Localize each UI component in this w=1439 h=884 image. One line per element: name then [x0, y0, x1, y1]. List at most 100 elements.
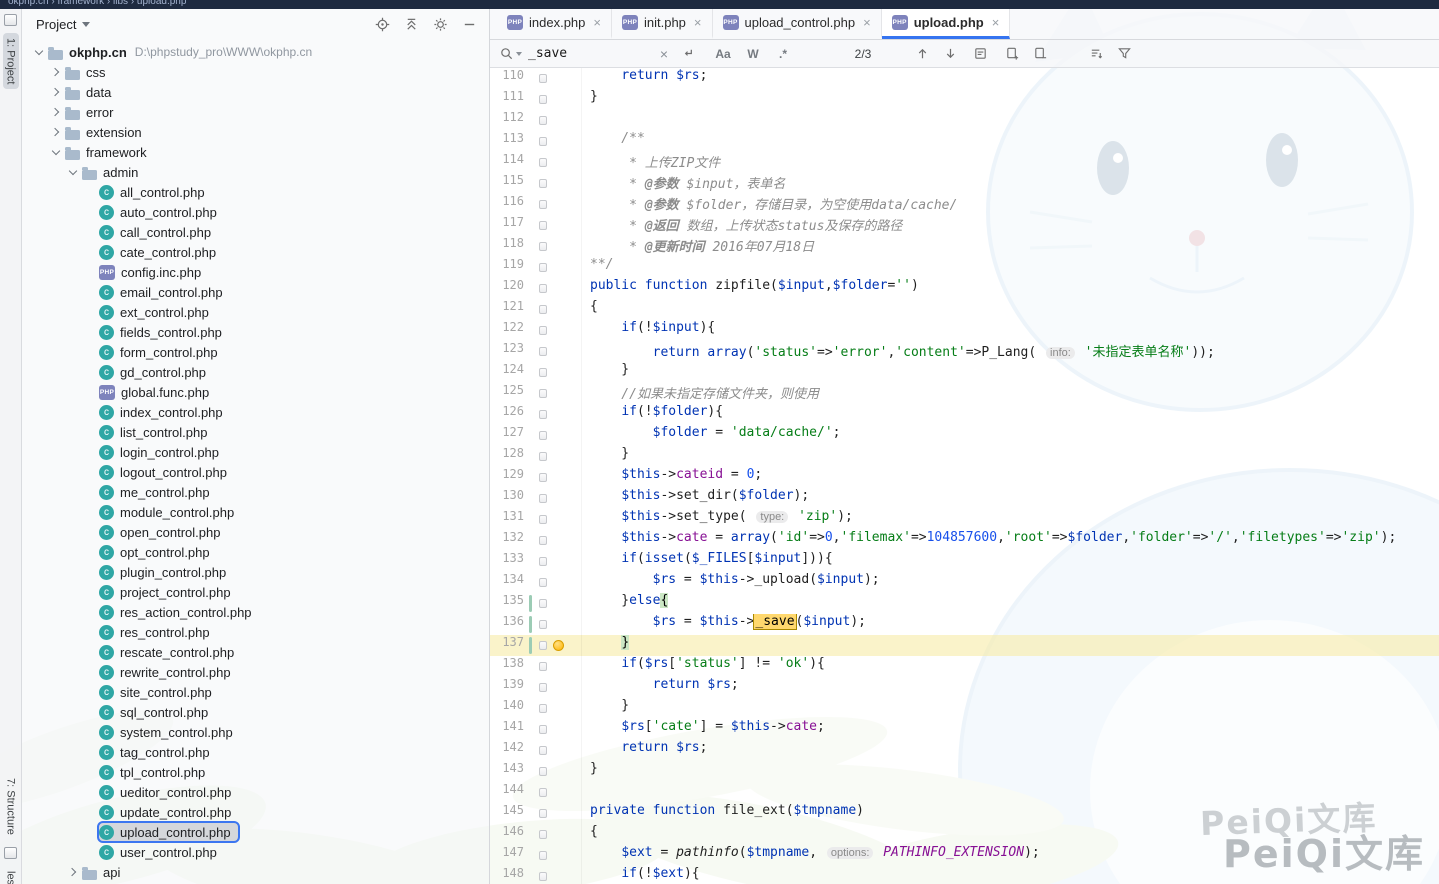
tree-item-system_control-php[interactable]: csystem_control.php	[22, 722, 489, 742]
fold-marker-icon[interactable]	[539, 452, 547, 461]
code-line[interactable]: 118 * @更新时间 2016年07月18日	[490, 236, 1439, 257]
code-line[interactable]: 123 return array('status'=>'error','cont…	[490, 341, 1439, 362]
tree-item-sql_control-php[interactable]: csql_control.php	[22, 702, 489, 722]
close-tab-icon[interactable]: ×	[992, 15, 1000, 30]
chevron-right-icon[interactable]	[64, 869, 81, 875]
fold-marker-icon[interactable]	[539, 221, 547, 230]
regex-toggle[interactable]: .*	[772, 47, 794, 61]
code-line[interactable]: 139 return $rs;	[490, 677, 1439, 698]
tree-item-update_control-php[interactable]: cupdate_control.php	[22, 802, 489, 822]
code-line[interactable]: 143}	[490, 761, 1439, 782]
tree-item-ext_control-php[interactable]: cext_control.php	[22, 302, 489, 322]
tree-item-plugin_control-php[interactable]: cplugin_control.php	[22, 562, 489, 582]
tree-item-tag_control-php[interactable]: ctag_control.php	[22, 742, 489, 762]
code-line[interactable]: 148 if(!$ext){	[490, 866, 1439, 884]
code-line[interactable]: 137 }	[490, 635, 1439, 656]
fold-marker-icon[interactable]	[539, 746, 547, 755]
tree-item-ueditor_control-php[interactable]: cueditor_control.php	[22, 782, 489, 802]
tool-window-icon[interactable]	[4, 847, 17, 859]
tree-item-index_control-php[interactable]: cindex_control.php	[22, 402, 489, 422]
close-tab-icon[interactable]: ×	[593, 15, 601, 30]
add-filter-icon[interactable]	[1004, 46, 1020, 62]
fold-marker-icon[interactable]	[539, 305, 547, 314]
code-line[interactable]: 136 $rs = $this->_save($input);	[490, 614, 1439, 635]
fold-marker-icon[interactable]	[539, 347, 547, 356]
tree-item-form_control-php[interactable]: cform_control.php	[22, 342, 489, 362]
code-line[interactable]: 145private function file_ext($tmpname)	[490, 803, 1439, 824]
code-line[interactable]: 135 }else{	[490, 593, 1439, 614]
fold-marker-icon[interactable]	[539, 494, 547, 503]
code-line[interactable]: 144	[490, 782, 1439, 803]
hide-panel-icon[interactable]	[461, 17, 477, 33]
fold-marker-icon[interactable]	[539, 410, 547, 419]
tree-item-gd_control-php[interactable]: cgd_control.php	[22, 362, 489, 382]
tree-item-rescate_control-php[interactable]: crescate_control.php	[22, 642, 489, 662]
fold-marker-icon[interactable]	[539, 263, 547, 272]
code-line[interactable]: 128 }	[490, 446, 1439, 467]
code-line[interactable]: 138 if($rs['status'] != 'ok'){	[490, 656, 1439, 677]
new-line-icon[interactable]	[680, 46, 696, 62]
tool-window-icon[interactable]	[4, 14, 17, 26]
code-line[interactable]: 127 $folder = 'data/cache/';	[490, 425, 1439, 446]
code-line[interactable]: 111}	[490, 89, 1439, 110]
fold-marker-icon[interactable]	[539, 116, 547, 125]
chevron-down-icon[interactable]	[47, 150, 64, 154]
search-options-icon[interactable]	[1088, 46, 1104, 62]
fold-marker-icon[interactable]	[539, 95, 547, 104]
fold-marker-icon[interactable]	[539, 389, 547, 398]
fold-marker-icon[interactable]	[539, 809, 547, 818]
code-line[interactable]: 129 $this->cateid = 0;	[490, 467, 1439, 488]
search-history-icon[interactable]	[516, 52, 522, 56]
code-line[interactable]: 113 /**	[490, 131, 1439, 152]
tree-item-user_control-php[interactable]: cuser_control.php	[22, 842, 489, 862]
tree-item-all_control-php[interactable]: call_control.php	[22, 182, 489, 202]
intention-bulb-icon[interactable]	[553, 640, 564, 651]
fold-marker-icon[interactable]	[539, 284, 547, 293]
code-line[interactable]: 133 if(isset($_FILES[$input])){	[490, 551, 1439, 572]
fold-marker-icon[interactable]	[539, 578, 547, 587]
stripe-item-project[interactable]: 1: Project	[3, 33, 19, 89]
tree-item-framework[interactable]: framework	[22, 142, 489, 162]
tree-item-extension[interactable]: extension	[22, 122, 489, 142]
fold-marker-icon[interactable]	[539, 515, 547, 524]
tree-item-config-inc-php[interactable]: PHPconfig.inc.php	[22, 262, 489, 282]
fold-marker-icon[interactable]	[539, 599, 547, 608]
fold-marker-icon[interactable]	[539, 368, 547, 377]
tree-item-res_action_control-php[interactable]: cres_action_control.php	[22, 602, 489, 622]
tree-item-site_control-php[interactable]: csite_control.php	[22, 682, 489, 702]
exclude-filter-icon[interactable]	[1032, 46, 1048, 62]
code-line[interactable]: 131 $this->set_type( type: 'zip');	[490, 509, 1439, 530]
tree-item-opt_control-php[interactable]: copt_control.php	[22, 542, 489, 562]
tree-item-admin[interactable]: admin	[22, 162, 489, 182]
fold-marker-icon[interactable]	[539, 557, 547, 566]
fold-marker-icon[interactable]	[539, 536, 547, 545]
gear-icon[interactable]	[432, 17, 448, 33]
code-line[interactable]: 147 $ext = pathinfo($tmpname, options: P…	[490, 845, 1439, 866]
next-match-icon[interactable]	[942, 46, 958, 62]
previous-match-icon[interactable]	[914, 46, 930, 62]
tree-item-call_control-php[interactable]: ccall_control.php	[22, 222, 489, 242]
whole-words-toggle[interactable]: W	[742, 47, 764, 61]
filter-funnel-icon[interactable]	[1116, 46, 1132, 62]
fold-marker-icon[interactable]	[539, 725, 547, 734]
tree-item-tpl_control-php[interactable]: ctpl_control.php	[22, 762, 489, 782]
fold-marker-icon[interactable]	[539, 74, 547, 83]
fold-marker-icon[interactable]	[539, 851, 547, 860]
editor-tab-upload_control-php[interactable]: PHPupload_control.php×	[713, 9, 882, 39]
tree-item-email_control-php[interactable]: cemail_control.php	[22, 282, 489, 302]
editor-tab-index-php[interactable]: PHPindex.php×	[497, 9, 612, 39]
tree-item-okphp-cn[interactable]: okphp.cnD:\phpstudy_pro\WWW\okphp.cn	[22, 42, 489, 62]
fold-marker-icon[interactable]	[539, 788, 547, 797]
tree-item-rewrite_control-php[interactable]: crewrite_control.php	[22, 662, 489, 682]
tree-item-me_control-php[interactable]: cme_control.php	[22, 482, 489, 502]
code-line[interactable]: 134 $rs = $this->_upload($input);	[490, 572, 1439, 593]
collapse-all-icon[interactable]	[403, 17, 419, 33]
code-line[interactable]: 122 if(!$input){	[490, 320, 1439, 341]
fold-marker-icon[interactable]	[539, 872, 547, 881]
tree-item-upload_control-php[interactable]: cupload_control.php	[22, 822, 489, 842]
code-line[interactable]: 146{	[490, 824, 1439, 845]
fold-marker-icon[interactable]	[539, 662, 547, 671]
stripe-item-partial[interactable]: les	[3, 866, 19, 884]
fold-marker-icon[interactable]	[539, 137, 547, 146]
code-line[interactable]: 120public function zipfile($input,$folde…	[490, 278, 1439, 299]
